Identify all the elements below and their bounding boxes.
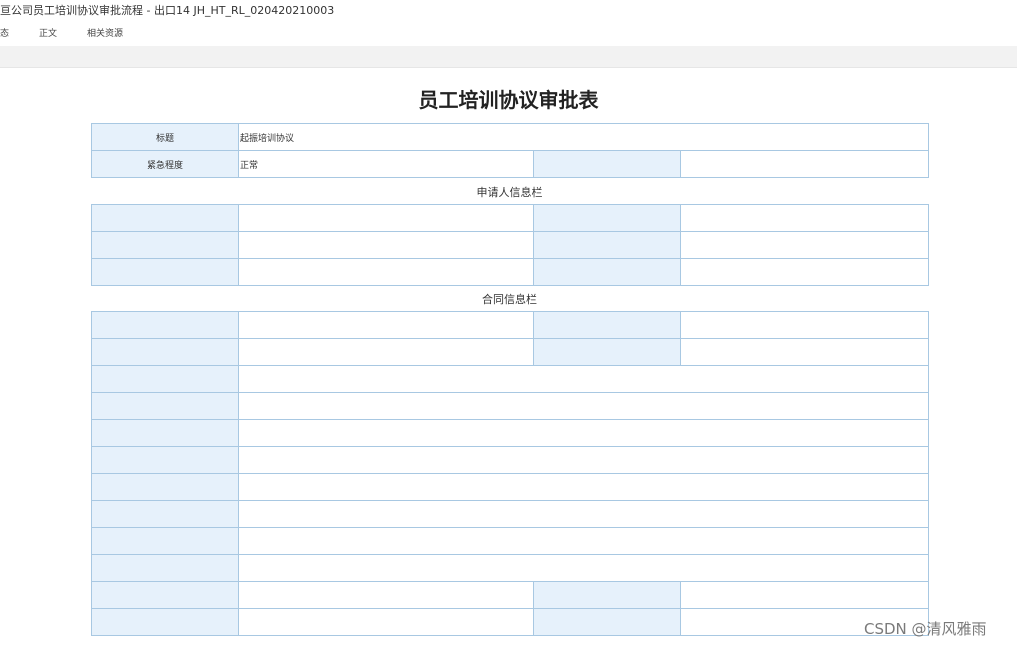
title-label: 标题 xyxy=(91,123,239,151)
field-value[interactable] xyxy=(238,554,929,582)
table-row xyxy=(91,608,929,636)
field-value[interactable] xyxy=(238,446,929,474)
field-value[interactable] xyxy=(680,581,929,609)
field-value[interactable] xyxy=(680,258,929,286)
tab-related-resources[interactable]: 相关资源 xyxy=(87,24,123,44)
header-table: 标题 起振培训协议 紧急程度 正常 xyxy=(91,123,930,178)
field-label xyxy=(91,258,239,286)
table-row xyxy=(91,527,929,555)
table-row xyxy=(91,365,929,393)
field-label xyxy=(91,608,239,636)
contract-table xyxy=(91,311,929,636)
field-label xyxy=(533,608,681,636)
tab-bar: 态 正文 相关资源 xyxy=(0,24,1017,44)
section-title-applicant: 申请人信息栏 xyxy=(476,186,543,199)
field-label xyxy=(91,204,239,232)
toolbar-strip xyxy=(0,46,1017,68)
applicant-table xyxy=(91,204,929,286)
field-value[interactable] xyxy=(238,204,534,232)
field-value[interactable] xyxy=(238,500,929,528)
table-row xyxy=(91,258,929,286)
field-label xyxy=(91,500,239,528)
field-label xyxy=(533,581,681,609)
urgency-field[interactable]: 正常 xyxy=(238,150,534,178)
table-row xyxy=(91,231,929,259)
field-label xyxy=(533,258,681,286)
field-value[interactable] xyxy=(238,473,929,501)
field-label xyxy=(533,311,681,339)
field-label xyxy=(91,338,239,366)
field-value[interactable] xyxy=(680,311,929,339)
field-label xyxy=(91,311,239,339)
field-label xyxy=(91,365,239,393)
title-field[interactable]: 起振培训协议 xyxy=(237,123,930,151)
window-title: 亘公司员工培训协议审批流程 - 出口14 JH_HT_RL_0204202100… xyxy=(0,4,335,17)
field-value[interactable] xyxy=(238,608,534,636)
tab-status[interactable]: 态 xyxy=(0,24,9,44)
tab-body[interactable]: 正文 xyxy=(39,24,57,44)
field-label xyxy=(91,554,239,582)
table-row: 紧急程度 正常 xyxy=(91,150,930,178)
table-row xyxy=(91,473,929,501)
field-value[interactable] xyxy=(238,338,534,366)
field-label xyxy=(533,204,681,232)
field-value[interactable] xyxy=(238,311,534,339)
field-value[interactable] xyxy=(238,581,534,609)
field-label xyxy=(533,150,681,178)
urgency-label: 紧急程度 xyxy=(91,150,239,178)
field-label xyxy=(91,527,239,555)
table-row xyxy=(91,338,929,366)
field-value[interactable] xyxy=(238,231,534,259)
field-value[interactable] xyxy=(680,338,929,366)
section-title-contract: 合同信息栏 xyxy=(482,293,537,306)
field-label xyxy=(91,581,239,609)
table-row xyxy=(91,446,929,474)
table-row xyxy=(91,500,929,528)
field-value[interactable] xyxy=(679,150,930,178)
field-value[interactable] xyxy=(238,527,929,555)
field-label xyxy=(91,419,239,447)
field-value[interactable] xyxy=(238,365,929,393)
table-row xyxy=(91,204,929,232)
table-row xyxy=(91,311,929,339)
field-value[interactable] xyxy=(680,231,929,259)
table-row: 标题 起振培训协议 xyxy=(91,123,930,151)
table-row xyxy=(91,554,929,582)
field-label xyxy=(533,338,681,366)
field-value[interactable] xyxy=(238,258,534,286)
table-row xyxy=(91,419,929,447)
field-label xyxy=(533,231,681,259)
field-label xyxy=(91,392,239,420)
field-value[interactable] xyxy=(238,392,929,420)
table-row xyxy=(91,581,929,609)
field-label xyxy=(91,473,239,501)
field-value[interactable] xyxy=(680,204,929,232)
watermark: CSDN @清风雅雨 xyxy=(864,620,987,638)
table-row xyxy=(91,392,929,420)
field-label xyxy=(91,231,239,259)
field-value[interactable] xyxy=(238,419,929,447)
form-title: 员工培训协议审批表 xyxy=(418,88,599,112)
field-label xyxy=(91,446,239,474)
